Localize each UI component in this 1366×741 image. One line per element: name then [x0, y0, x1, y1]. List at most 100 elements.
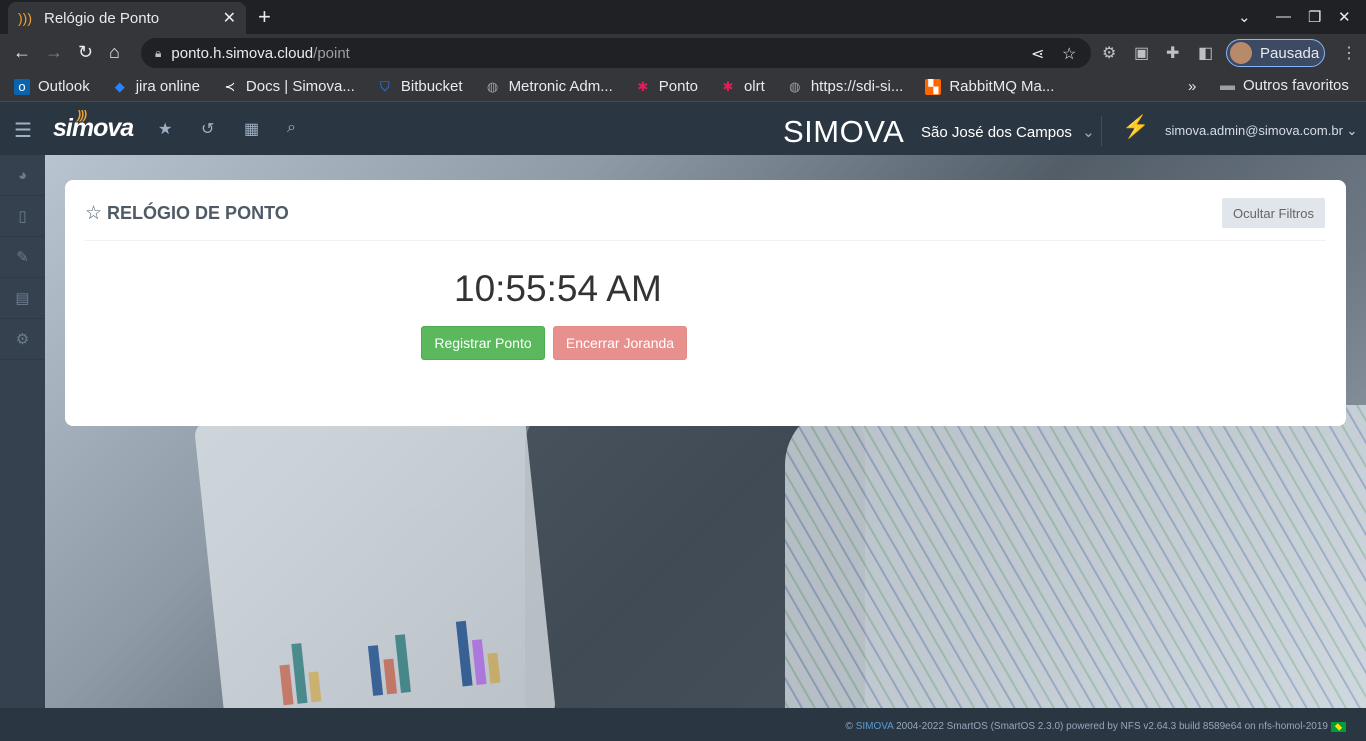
- folder-icon: ▬: [1220, 77, 1235, 94]
- address-bar[interactable]: 🔒︎ ponto.h.simova.cloud/point ⋖ ☆: [141, 38, 1091, 68]
- bookmark-label: Docs | Simova...: [245, 78, 355, 95]
- copyright-symbol: ©: [845, 721, 853, 732]
- bookmark-label: Outlook: [38, 78, 90, 95]
- url-host: ponto.h.simova.cloud: [171, 44, 314, 62]
- profile-label: Pausada: [1260, 44, 1320, 62]
- other-bookmarks-folder[interactable]: ▬ Outros favoritos: [1220, 77, 1349, 94]
- extension-gear-icon[interactable]: ⚙: [1102, 43, 1116, 63]
- bookmark-ponto[interactable]: ✱ Ponto: [635, 78, 698, 95]
- bookmark-label: RabbitMQ Ma...: [949, 78, 1055, 95]
- new-tab-icon[interactable]: +: [258, 6, 271, 28]
- bookmark-bitbucket[interactable]: ⛉ Bitbucket: [377, 78, 463, 95]
- jira-icon: ◆: [114, 78, 125, 94]
- browser-tab[interactable]: ))) Relógio de Ponto ✕: [8, 2, 246, 34]
- close-window-icon[interactable]: ✕: [1338, 8, 1351, 26]
- rabbitmq-icon: ▚: [925, 78, 942, 95]
- rss-favicon-icon: ))): [18, 10, 32, 26]
- profile-button[interactable]: Pausada: [1226, 39, 1325, 67]
- slack-icon: ✱: [637, 78, 649, 94]
- menu-toggle-icon[interactable]: ☰: [14, 118, 32, 143]
- bookmark-sdi[interactable]: ◍ https://sdi-si...: [787, 78, 904, 95]
- bookmark-label: https://sdi-si...: [810, 78, 904, 95]
- bookmark-rabbitmq[interactable]: ▚ RabbitMQ Ma...: [925, 78, 1054, 95]
- minimize-icon[interactable]: —: [1276, 8, 1291, 25]
- search-icon[interactable]: ⌕: [287, 119, 296, 137]
- logo-signal-icon: ))): [77, 108, 87, 122]
- document-icon: ▤: [15, 290, 30, 307]
- extensions-puzzle-icon[interactable]: ✚: [1166, 43, 1179, 63]
- sidebar-item-edit[interactable]: ✎: [0, 237, 45, 278]
- forward-icon[interactable]: →: [45, 42, 63, 62]
- clock-display: 10:55:54 AM: [454, 268, 662, 309]
- favorite-star-icon[interactable]: ☆: [85, 202, 102, 225]
- page-title-text: RELÓGIO DE PONTO: [107, 203, 289, 223]
- app-footer: © SIMOVA 2004-2022 SmartOS (SmartOS 2.3.…: [0, 708, 1366, 741]
- logo-text: simova: [53, 114, 134, 142]
- globe-icon: ◍: [789, 78, 801, 94]
- globe-icon: ◍: [486, 78, 499, 94]
- sidebar: ◕ ▯ ✎ ▤ ⚙: [0, 155, 45, 708]
- extension-window-icon[interactable]: ▣: [1134, 43, 1149, 63]
- company-brand: SIMOVA: [783, 114, 905, 149]
- header-divider: [1101, 116, 1102, 146]
- footer-version: 2004-2022 SmartOS (SmartOS 2.3.0) powere…: [896, 721, 1328, 732]
- bookmark-outlook[interactable]: o Outlook: [14, 78, 90, 95]
- sidebar-item-dashboard[interactable]: ◕: [0, 155, 45, 196]
- side-panel-icon[interactable]: ◧: [1198, 43, 1213, 63]
- tab-title: Relógio de Ponto: [44, 9, 160, 27]
- user-menu[interactable]: simova.admin@simova.com.br ⌄: [1165, 123, 1357, 139]
- bookmark-star-icon[interactable]: ☆: [1062, 44, 1076, 64]
- sidebar-item-settings[interactable]: ⚙: [0, 319, 45, 360]
- bookmark-olrt[interactable]: ✱ olrt: [720, 78, 765, 95]
- end-shift-button[interactable]: Encerrar Joranda: [553, 326, 687, 360]
- apps-grid-icon[interactable]: ▦: [244, 119, 259, 139]
- app-header: ☰ ))) simova ★ ↺ ▦ ⌕ SIMOVA São José dos …: [0, 102, 1366, 155]
- other-bookmarks-label: Outros favoritos: [1243, 77, 1349, 94]
- card-divider: [85, 240, 1326, 241]
- slack-icon: ✱: [722, 78, 734, 94]
- close-tab-icon[interactable]: ✕: [223, 8, 236, 28]
- bookmark-label: Ponto: [658, 78, 698, 95]
- register-punch-button[interactable]: Registrar Ponto: [421, 326, 545, 360]
- city-label: São José dos Campos: [921, 124, 1072, 141]
- mobile-icon: ▯: [18, 208, 27, 225]
- sidebar-item-mobile[interactable]: ▯: [0, 196, 45, 237]
- bookmark-label: olrt: [743, 78, 765, 95]
- simova-app: ☰ ))) simova ★ ↺ ▦ ⌕ SIMOVA São José dos …: [0, 102, 1366, 741]
- chevron-down-icon: ⌄: [1082, 124, 1095, 141]
- bookmark-label: jira online: [135, 78, 200, 95]
- reload-icon[interactable]: ↻: [78, 42, 93, 62]
- docs-icon: ≺: [224, 78, 236, 94]
- browser-tab-strip: ))) Relógio de Ponto ✕ + ⌄ — ❐ ✕: [0, 0, 1366, 34]
- history-icon[interactable]: ↺: [201, 119, 214, 139]
- hide-filters-button[interactable]: Ocultar Filtros: [1222, 198, 1325, 228]
- back-icon[interactable]: ←: [13, 42, 31, 62]
- bookmark-docs[interactable]: ≺ Docs | Simova...: [222, 78, 355, 95]
- lock-icon: 🔒︎: [155, 45, 162, 60]
- sidebar-item-reports[interactable]: ▤: [0, 278, 45, 319]
- footer-link[interactable]: SIMOVA: [856, 721, 894, 732]
- brazil-flag-icon[interactable]: [1331, 722, 1346, 732]
- more-bookmarks-icon[interactable]: »: [1188, 78, 1196, 95]
- dashboard-icon: ◕: [17, 166, 28, 184]
- chevron-down-icon: ⌄: [1346, 123, 1358, 138]
- bookmark-label: Bitbucket: [400, 78, 463, 95]
- background-tablet-image: [193, 388, 557, 708]
- browser-toolbar: ← → ↻ ⌂ 🔒︎ ponto.h.simova.cloud/point ⋖ …: [0, 34, 1366, 72]
- favorites-star-icon[interactable]: ★: [158, 119, 172, 139]
- bookmark-label: Metronic Adm...: [508, 78, 613, 95]
- bitbucket-icon: ⛉: [379, 78, 390, 94]
- city-selector[interactable]: São José dos Campos ⌄: [921, 123, 1095, 141]
- mascot-icon: ⚡: [1122, 114, 1150, 139]
- maximize-icon[interactable]: ❐: [1308, 8, 1321, 26]
- share-icon[interactable]: ⋖: [1031, 44, 1044, 64]
- menu-kebab-icon[interactable]: ⋮: [1341, 43, 1357, 63]
- page-title: ☆ RELÓGIO DE PONTO: [85, 202, 289, 225]
- time-clock-card: ☆ RELÓGIO DE PONTO Ocultar Filtros 10:55:…: [65, 180, 1346, 426]
- bookmark-metronic[interactable]: ◍ Metronic Adm...: [485, 78, 613, 95]
- bookmark-jira[interactable]: ◆ jira online: [112, 78, 200, 95]
- home-icon[interactable]: ⌂: [109, 42, 120, 62]
- edit-icon: ✎: [16, 249, 29, 266]
- tab-search-icon[interactable]: ⌄: [1238, 8, 1251, 26]
- simova-logo[interactable]: ))) simova: [53, 108, 134, 143]
